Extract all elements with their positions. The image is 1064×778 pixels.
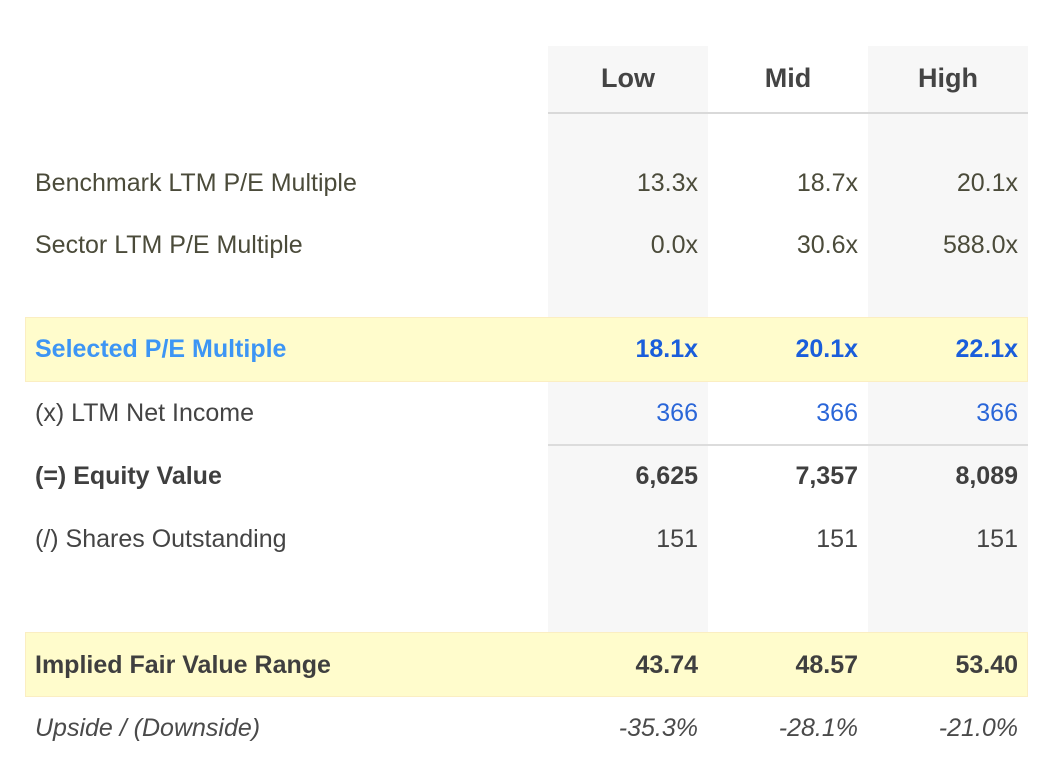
row-label: (x) LTM Net Income bbox=[35, 399, 255, 427]
cell-mid: 48.57 bbox=[795, 651, 858, 679]
row-implied-fair-value: Implied Fair Value Range 43.74 48.57 53.… bbox=[0, 645, 1064, 685]
row-selected-multiple: Selected P/E Multiple 18.1x 20.1x 22.1x bbox=[0, 329, 1064, 369]
row-label: Implied Fair Value Range bbox=[35, 651, 331, 679]
cell-low: 366 bbox=[656, 399, 698, 427]
column-header-mid: Mid bbox=[764, 63, 812, 93]
header-divider bbox=[548, 112, 1028, 114]
row-upside-downside: Upside / (Downside) -35.3% -28.1% -21.0% bbox=[0, 708, 1064, 748]
net-income-divider bbox=[548, 444, 1028, 446]
cell-low: 13.3x bbox=[636, 169, 698, 197]
row-label: (=) Equity Value bbox=[35, 462, 222, 490]
cell-high: 588.0x bbox=[942, 231, 1018, 259]
cell-mid: 151 bbox=[816, 525, 858, 553]
cell-low: 43.74 bbox=[635, 651, 698, 679]
cell-low: 0.0x bbox=[650, 231, 698, 259]
row-equity-value: (=) Equity Value 6,625 7,357 8,089 bbox=[0, 456, 1064, 496]
row-label: Upside / (Downside) bbox=[35, 714, 261, 742]
column-header-low: Low bbox=[601, 63, 655, 93]
cell-high: 8,089 bbox=[955, 462, 1018, 490]
table-header: Low Mid High bbox=[0, 58, 1064, 98]
cell-high: 53.40 bbox=[955, 651, 1018, 679]
cell-high: 151 bbox=[976, 525, 1018, 553]
cell-low: -35.3% bbox=[618, 714, 698, 742]
row-label: Selected P/E Multiple bbox=[35, 335, 287, 363]
cell-high: 20.1x bbox=[956, 169, 1018, 197]
column-header-high: High bbox=[918, 63, 978, 93]
cell-mid: 7,357 bbox=[795, 462, 858, 490]
row-label: Benchmark LTM P/E Multiple bbox=[35, 169, 357, 197]
cell-low: 151 bbox=[656, 525, 698, 553]
cell-high: 22.1x bbox=[955, 335, 1018, 363]
cell-high: -21.0% bbox=[938, 714, 1018, 742]
row-benchmark-multiple: Benchmark LTM P/E Multiple 13.3x 18.7x 2… bbox=[0, 163, 1064, 203]
row-label: Sector LTM P/E Multiple bbox=[35, 231, 303, 259]
row-label: (/) Shares Outstanding bbox=[35, 525, 287, 553]
cell-low: 6,625 bbox=[635, 462, 698, 490]
cell-mid: -28.1% bbox=[778, 714, 858, 742]
cell-mid: 30.6x bbox=[796, 231, 858, 259]
cell-low: 18.1x bbox=[635, 335, 698, 363]
cell-mid: 20.1x bbox=[795, 335, 858, 363]
row-sector-multiple: Sector LTM P/E Multiple 0.0x 30.6x 588.0… bbox=[0, 225, 1064, 265]
cell-mid: 18.7x bbox=[796, 169, 858, 197]
cell-mid: 366 bbox=[816, 399, 858, 427]
row-shares-outstanding: (/) Shares Outstanding 151 151 151 bbox=[0, 519, 1064, 559]
row-net-income: (x) LTM Net Income 366 366 366 bbox=[0, 393, 1064, 433]
cell-high: 366 bbox=[976, 399, 1018, 427]
